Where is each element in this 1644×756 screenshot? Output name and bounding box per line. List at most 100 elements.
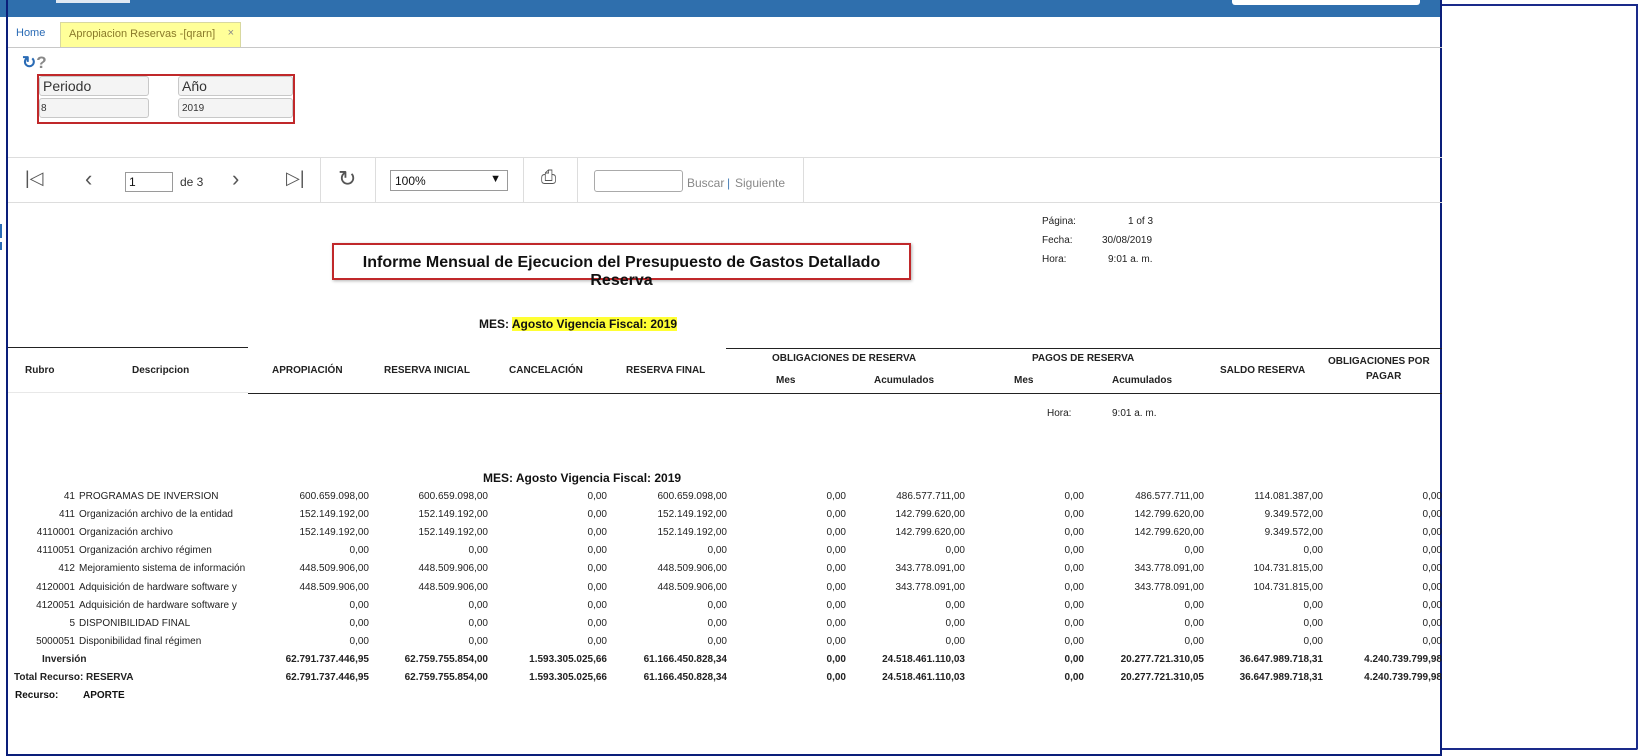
- value-cell: 0,00: [468, 635, 488, 647]
- highlight-frame-right: [1442, 4, 1638, 750]
- last-page-icon[interactable]: ▷|: [286, 168, 305, 189]
- next-page-icon[interactable]: ›: [232, 166, 239, 192]
- value-cell: 600.659.098,00: [418, 491, 488, 502]
- value-cell: 24.518.461.110,03: [882, 672, 965, 684]
- close-icon[interactable]: ×: [228, 27, 234, 39]
- periodo-field[interactable]: 8: [39, 98, 149, 118]
- value-cell: 0,00: [349, 635, 369, 647]
- mes-line-repeat: MES: Agosto Vigencia Fiscal: 2019: [483, 471, 682, 485]
- value-cell: 0,00: [349, 599, 369, 611]
- value-cell: 0,00: [826, 672, 846, 684]
- rubro-cell: 4110001: [36, 527, 75, 539]
- value-cell: 0,00: [707, 599, 727, 611]
- value-cell: 448.509.906,00: [299, 563, 369, 575]
- value-cell: 62.759.755.854,00: [404, 654, 488, 665]
- value-cell: 0,00: [945, 617, 965, 629]
- value-cell: 0,00: [1064, 581, 1084, 593]
- value-cell: 0,00: [587, 509, 607, 521]
- value-cell: 0,00: [1303, 545, 1323, 557]
- value-cell: 4.240.739.799,98: [1364, 672, 1442, 684]
- value-cell: 448.509.906,00: [657, 581, 727, 593]
- recurso-label: Recurso:: [15, 690, 59, 701]
- value-cell: 343.778.091,00: [895, 581, 965, 593]
- value-cell: 448.509.906,00: [418, 581, 488, 593]
- page-number-input[interactable]: 1: [125, 172, 173, 192]
- zoom-select[interactable]: 100% ▼: [390, 170, 508, 191]
- rubro-cell: 4120051: [36, 599, 75, 611]
- header-rule: [248, 393, 1442, 394]
- siguiente-link[interactable]: Siguiente: [735, 176, 785, 190]
- table-row: 412 Mejoramiento sistema de información 44…: [0, 563, 1442, 581]
- buscar-link[interactable]: Buscar: [687, 176, 724, 190]
- value-cell: 0,00: [826, 491, 846, 502]
- mes-label: MES:: [479, 317, 509, 331]
- help-icon[interactable]: ?: [36, 53, 46, 72]
- rubro-cell: 5000051: [36, 635, 75, 647]
- divider: [320, 158, 321, 203]
- link-separator: |: [727, 176, 731, 190]
- value-cell: 152.149.192,00: [299, 527, 369, 539]
- value-cell: 104.731.815,00: [1253, 563, 1323, 575]
- value-cell: 4.240.739.799,98: [1364, 654, 1442, 665]
- value-cell: 0,00: [1064, 654, 1084, 665]
- col-cancelacion: CANCELACIÓN: [509, 365, 583, 376]
- print-icon[interactable]: ⎙: [541, 167, 556, 189]
- zoom-value: 100%: [395, 174, 426, 188]
- page-count: de 3: [180, 175, 204, 189]
- value-cell: 61.166.450.828,34: [643, 672, 727, 684]
- total-row: Total Recurso: RESERVA 62.791.737.446,95 6…: [0, 672, 1442, 690]
- value-cell: 0,00: [826, 581, 846, 593]
- mes-value: Agosto Vigencia Fiscal: 2019: [511, 317, 678, 331]
- anio-field[interactable]: 2019: [178, 98, 293, 118]
- value-cell: 0,00: [1064, 599, 1084, 611]
- value-cell: 0,00: [1184, 635, 1204, 647]
- table-row: 411 Organización archivo de la entidad 152…: [0, 509, 1442, 527]
- value-cell: 1.593.305.025,66: [529, 672, 607, 684]
- value-cell: 0,00: [945, 599, 965, 611]
- value-cell: 0,00: [468, 545, 488, 557]
- value-cell: 343.778.091,00: [895, 563, 965, 575]
- pagina-value: 1 of 3: [1128, 216, 1154, 227]
- col-obligaciones-reserva: OBLIGACIONES DE RESERVA: [772, 353, 917, 364]
- value-cell: 62.791.737.446,95: [285, 672, 369, 684]
- header-rule: [726, 348, 1442, 349]
- refresh-report-icon[interactable]: ↻: [338, 166, 356, 192]
- rubro-cell: 412: [58, 563, 75, 575]
- value-cell: 0,00: [826, 509, 846, 521]
- anio-label: Año: [178, 76, 293, 96]
- descripcion-cell: PROGRAMAS DE INVERSION: [79, 491, 219, 502]
- value-cell: 0,00: [349, 545, 369, 557]
- rubro-cell: Total Recurso: RESERVA: [14, 672, 134, 684]
- value-cell: 152.149.192,00: [418, 509, 488, 521]
- col-obligaciones-pagar-2: PAGAR: [1366, 371, 1402, 382]
- descripcion-cell: DISPONIBILIDAD FINAL: [79, 617, 191, 629]
- first-page-icon[interactable]: |◁: [25, 168, 44, 189]
- value-cell: 0,00: [1422, 581, 1442, 593]
- value-cell: 0,00: [707, 617, 727, 629]
- value-cell: 448.509.906,00: [299, 581, 369, 593]
- value-cell: 152.149.192,00: [418, 527, 488, 539]
- col-rubro: Rubro: [25, 365, 55, 376]
- prev-page-icon[interactable]: ‹: [85, 166, 92, 192]
- value-cell: 0,00: [826, 527, 846, 539]
- tab-home[interactable]: Home: [16, 27, 45, 39]
- pagina-label: Página:: [1042, 216, 1076, 227]
- value-cell: 0,00: [1303, 617, 1323, 629]
- value-cell: 0,00: [1303, 599, 1323, 611]
- value-cell: 0,00: [945, 545, 965, 557]
- value-cell: 142.799.620,00: [1134, 527, 1204, 539]
- col-pag-acumulados: Acumulados: [1112, 375, 1173, 386]
- value-cell: 0,00: [587, 599, 607, 611]
- value-cell: 9.349.572,00: [1264, 527, 1323, 539]
- col-obl-acumulados: Acumulados: [874, 375, 935, 386]
- value-cell: 62.759.755.854,00: [404, 672, 488, 684]
- tab-apropiacion-reservas[interactable]: Apropiacion Reservas -[qrarn] ×: [60, 22, 241, 47]
- value-cell: 0,00: [945, 635, 965, 647]
- col-apropiacion: APROPIACIÓN: [272, 365, 343, 376]
- value-cell: 0,00: [1064, 491, 1084, 502]
- col-obl-mes: Mes: [776, 375, 796, 386]
- search-input[interactable]: [594, 170, 683, 192]
- value-cell: 0,00: [349, 617, 369, 629]
- col-descripcion: Descripcion: [132, 365, 190, 376]
- refresh-icon[interactable]: ↻: [22, 53, 36, 72]
